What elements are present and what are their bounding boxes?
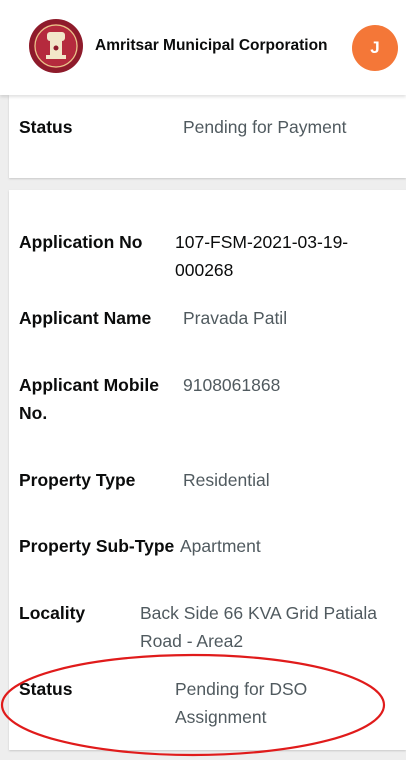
application-details-card: Application No 107-FSM-2021-03-19-000268… (9, 190, 406, 750)
detail-label: Property Sub-Type (19, 536, 175, 556)
avatar-initial: J (370, 38, 380, 57)
status-value: Pending for Payment (183, 117, 347, 137)
property-sub-type-value: Apartment (180, 536, 261, 556)
detail-label: Locality (19, 603, 86, 623)
detail-label: Status (19, 679, 73, 699)
detail-label: Applicant Mobile No. (19, 375, 159, 423)
applicant-mobile-value: 9108061868 (183, 375, 281, 395)
application-status-value: Pending for DSO Assignment (175, 679, 308, 727)
application-number-value: 107-FSM-2021-03-19-000268 (175, 232, 349, 280)
status-summary-card: Status Pending for Payment (9, 95, 406, 178)
locality-value: Back Side 66 KVA Grid Patiala Road - Are… (140, 603, 378, 651)
organization-name: Amritsar Municipal Corporation (95, 37, 328, 54)
app-header: Amritsar Municipal Corporation J (0, 0, 406, 95)
detail-label: Applicant Name (19, 308, 152, 328)
detail-label: Application No (19, 232, 143, 252)
emblem-logo-icon (29, 19, 83, 73)
user-avatar[interactable]: J (352, 25, 398, 71)
applicant-name-value: Pravada Patil (183, 308, 288, 328)
property-type-value: Residential (183, 470, 270, 490)
detail-label: Property Type (19, 470, 136, 490)
status-label: Status (19, 117, 73, 137)
